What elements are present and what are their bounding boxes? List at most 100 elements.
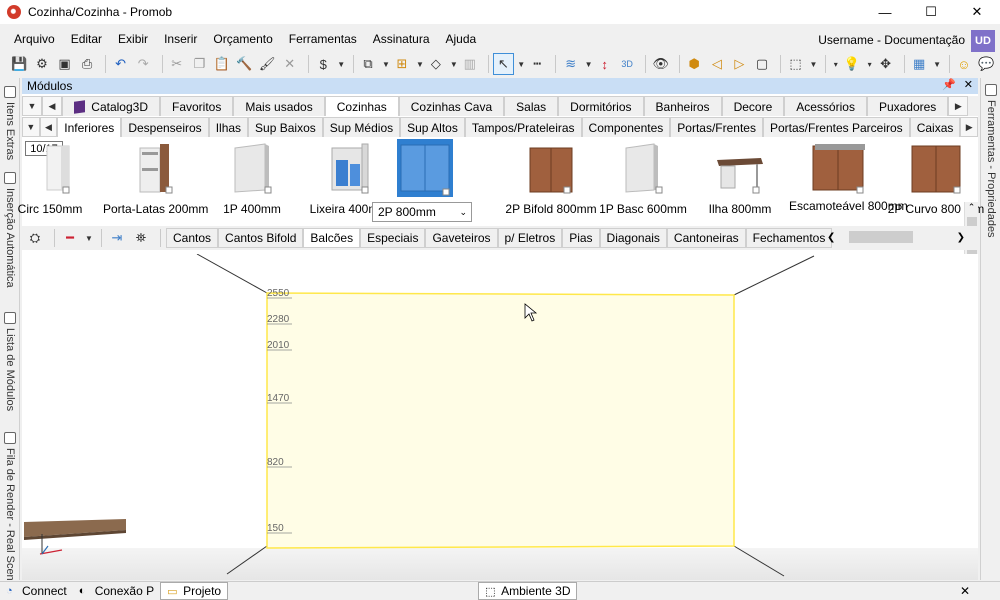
next-view-icon[interactable]: ▷: [730, 54, 749, 74]
chevron-down-icon[interactable]: ▼: [22, 117, 40, 137]
chevron-down-icon[interactable]: ▼: [809, 54, 818, 74]
undo-icon[interactable]: ↶: [111, 54, 130, 74]
select-arrow-icon[interactable]: ↖: [492, 53, 514, 75]
hammer-icon[interactable]: 🔨: [235, 54, 254, 74]
menu-orcamento[interactable]: Orçamento: [205, 32, 280, 46]
tab-mais-usados[interactable]: Mais usados: [233, 96, 325, 116]
print-preview-icon[interactable]: ▣: [55, 54, 74, 74]
palette-icon[interactable]: ▦: [910, 54, 929, 74]
tab-puxadores[interactable]: Puxadores: [866, 96, 949, 116]
tab-catalog3d[interactable]: Catalog3D: [62, 96, 160, 116]
gallery-item-2p-bifold[interactable]: 2P Bifold 800mm: [501, 140, 601, 216]
chevron-down-icon[interactable]: ▼: [584, 54, 593, 74]
previous-view-icon[interactable]: ◁: [708, 54, 727, 74]
box-view-icon[interactable]: ⬚: [786, 54, 805, 74]
tab-acessorios[interactable]: Acessórios: [784, 96, 867, 116]
chevron-right-icon[interactable]: ▶: [960, 117, 979, 137]
chevron-down-icon[interactable]: ▾: [831, 54, 840, 74]
menu-assinatura[interactable]: Assinatura: [365, 32, 438, 46]
gallery-item-2p-800[interactable]: [375, 139, 475, 197]
insert-icon[interactable]: ⇥: [107, 228, 127, 248]
chevron-down-icon[interactable]: ▼: [381, 54, 390, 74]
maximize-button[interactable]: ☐: [908, 0, 954, 24]
tab-ambiente-3d[interactable]: ⬚ Ambiente 3D: [478, 582, 578, 600]
chevron-left-icon[interactable]: ◀: [42, 96, 62, 116]
tab-ilhas[interactable]: Ilhas: [208, 117, 249, 137]
tab-especiais[interactable]: Especiais: [360, 228, 426, 248]
chevron-down-icon[interactable]: ▼: [84, 228, 94, 248]
close-panel-icon[interactable]: ✕: [964, 78, 973, 91]
tab-connect[interactable]: ◔ Connect: [0, 582, 73, 600]
tab-balcoes[interactable]: Balcões: [303, 228, 361, 248]
menu-editar[interactable]: Editar: [63, 32, 110, 46]
tab-portas-frentes[interactable]: Portas/Frentes: [670, 117, 763, 137]
cube-view-icon[interactable]: ⬢: [685, 54, 704, 74]
gallery-item-1p-basc[interactable]: 1P Basc 600mm: [593, 140, 693, 216]
tab-salas[interactable]: Salas: [504, 96, 559, 116]
binoculars-icon[interactable]: ⛯: [131, 228, 151, 248]
tab-p-eletros[interactable]: p/ Eletros: [497, 228, 563, 248]
tab-cantoneiras[interactable]: Cantoneiras: [666, 228, 746, 248]
pin-icon[interactable]: 📌: [942, 78, 956, 91]
chevron-down-icon[interactable]: ▼: [415, 54, 424, 74]
tab-sup-altos[interactable]: Sup Altos: [400, 117, 465, 137]
side-tab-fila-de-render[interactable]: Fila de Render - Real Scene 2: [1, 428, 19, 596]
tab-despenseiros[interactable]: Despenseiros: [121, 117, 209, 137]
variant-dropdown[interactable]: 2P 800mm ⌄: [372, 202, 472, 222]
tab-conexao-p[interactable]: ◐ Conexão P: [73, 582, 160, 600]
budget-icon[interactable]: $: [314, 54, 333, 74]
chevron-left-icon[interactable]: ◀: [39, 117, 58, 137]
gallery-item-escamoteavel[interactable]: Escamoteável 800mm: [789, 140, 908, 212]
tab-cantos-bifold[interactable]: Cantos Bifold: [218, 228, 304, 248]
chevron-down-icon[interactable]: ▼: [932, 54, 941, 74]
chevron-up-icon[interactable]: ⌃: [965, 202, 978, 213]
tab-fechamentos[interactable]: Fechamentos: [745, 228, 833, 248]
tab-favoritos[interactable]: Favoritos: [160, 96, 234, 116]
paste-icon[interactable]: 📋: [213, 54, 232, 74]
tab-portas-frentes-parceiros[interactable]: Portas/Frentes Parceiros: [762, 117, 910, 137]
shape-icon[interactable]: ◇: [427, 54, 446, 74]
side-tab-lista-de-modulos[interactable]: Lista de Módulos: [1, 308, 19, 411]
redo-icon[interactable]: ↷: [134, 54, 153, 74]
tab-cantos[interactable]: Cantos: [166, 228, 219, 248]
layers-icon[interactable]: ⧉: [359, 54, 378, 74]
dimension-icon[interactable]: ↕: [595, 54, 614, 74]
eye-icon[interactable]: 👁: [651, 54, 670, 74]
menu-inserir[interactable]: Inserir: [156, 32, 205, 46]
tab-projeto[interactable]: ▭ Projeto: [160, 582, 229, 600]
menu-ajuda[interactable]: Ajuda: [438, 32, 485, 46]
gallery-item-circ[interactable]: Circ 150mm: [0, 140, 100, 216]
cut-icon[interactable]: ✂: [167, 54, 186, 74]
print-icon[interactable]: ⎙: [78, 54, 97, 74]
chevron-right-icon[interactable]: ❯: [957, 232, 965, 243]
scrollbar-thumb[interactable]: [849, 231, 913, 243]
delete-icon[interactable]: ✕: [280, 54, 299, 74]
chat-icon[interactable]: 💬: [977, 54, 996, 74]
tab-dormitorios[interactable]: Dormitórios: [558, 96, 644, 116]
menu-arquivo[interactable]: Arquivo: [6, 32, 63, 46]
render-icon[interactable]: ⚙: [33, 54, 52, 74]
panel-icon[interactable]: ▥: [460, 54, 479, 74]
gallery-item-porta-latas[interactable]: Porta-Latas 200mm: [103, 140, 208, 216]
copy-icon[interactable]: ❐: [190, 54, 209, 74]
move-icon[interactable]: ✥: [876, 54, 895, 74]
import-icon[interactable]: ⛭: [25, 228, 45, 248]
menu-exibir[interactable]: Exibir: [110, 32, 156, 46]
section-tabs-scrollbar[interactable]: ❮ ❯: [827, 230, 967, 244]
light-bulb-icon[interactable]: 💡: [842, 54, 861, 74]
tab-componentes[interactable]: Componentes: [581, 117, 671, 137]
user-name[interactable]: Username - Documentação: [818, 33, 965, 47]
tab-pias[interactable]: Pias: [562, 228, 600, 248]
tab-decore[interactable]: Decore: [721, 96, 785, 116]
tab-inferiores[interactable]: Inferiores: [57, 117, 122, 137]
tab-gaveteiros[interactable]: Gaveteiros: [425, 228, 498, 248]
gallery-item-1p-400[interactable]: 1P 400mm: [202, 140, 302, 216]
tab-caixas[interactable]: Caixas: [909, 117, 961, 137]
chevron-down-icon[interactable]: ▾: [865, 54, 874, 74]
contact-icon[interactable]: ☺: [955, 54, 974, 74]
chevron-down-icon[interactable]: ▼: [449, 54, 458, 74]
3d-icon[interactable]: 3D: [618, 54, 637, 74]
gallery-item-ilha[interactable]: Ilha 800mm: [690, 140, 790, 216]
chevron-down-icon[interactable]: ▼: [337, 54, 346, 74]
close-document-icon[interactable]: ✕: [960, 584, 970, 598]
